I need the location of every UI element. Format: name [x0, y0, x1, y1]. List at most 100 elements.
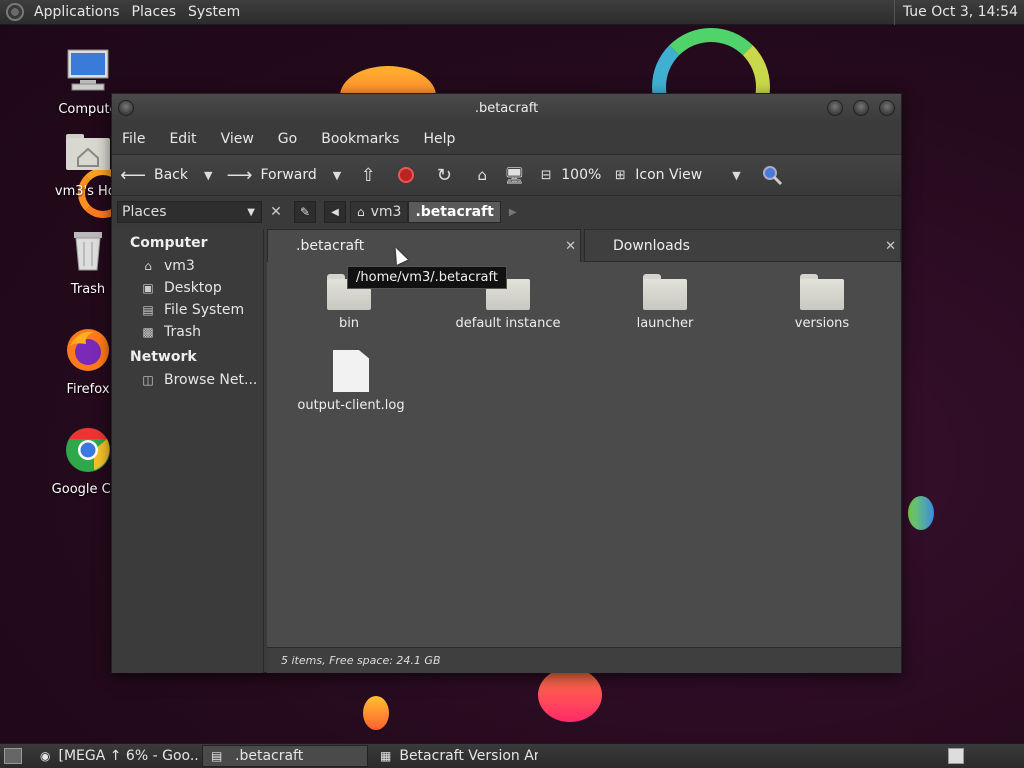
taskbar-label: .betacraft: [235, 748, 304, 764]
breadcrumb-betacraft[interactable]: .betacraft: [408, 201, 501, 223]
workspace-switcher[interactable]: [948, 748, 964, 764]
forward-arrow-icon: ⟶: [226, 164, 253, 186]
reload-button[interactable]: ↻: [433, 164, 455, 186]
home-icon: ⌂: [477, 166, 488, 184]
taskbar-label: Betacraft Version Ar...: [399, 748, 538, 764]
sidebar-item-trash[interactable]: ▩ Trash: [112, 321, 263, 343]
computer-icon: 🖥: [504, 165, 525, 185]
tab-betacraft[interactable]: .betacraft ✕: [267, 229, 581, 262]
menu-edit[interactable]: Edit: [169, 131, 196, 147]
zoom-out-button[interactable]: ⊟: [535, 164, 557, 186]
window-title: .betacraft: [474, 101, 539, 116]
up-button[interactable]: ⇧: [357, 164, 379, 186]
file-label: default instance: [455, 316, 561, 331]
close-tab-icon[interactable]: ✕: [565, 230, 576, 263]
tab-label: Downloads: [613, 238, 690, 254]
bottom-panel: ◉ [MEGA ↑ 6% - Goo... ▤ .betacraft ▦ Bet…: [0, 743, 1024, 768]
taskbar-item-chrome[interactable]: ◉ [MEGA ↑ 6% - Goo...: [32, 745, 198, 767]
sidebar-item-label: Desktop: [164, 280, 222, 296]
content-pane: .betacraft ✕ Downloads ✕ bin default ins…: [267, 229, 901, 673]
sidebar-header-network: Network: [130, 349, 197, 365]
menu-bookmarks[interactable]: Bookmarks: [321, 131, 399, 147]
sidebar-item-browse-network[interactable]: ◫ Browse Net...: [112, 369, 263, 391]
home-folder-icon: ⌂: [144, 259, 152, 273]
computer-button[interactable]: 🖥: [503, 164, 525, 186]
menu-system[interactable]: System: [184, 4, 248, 20]
file-item-launcher[interactable]: launcher: [600, 274, 730, 331]
clock[interactable]: Tue Oct 3, 14:54: [893, 0, 1024, 25]
network-icon: ◫: [142, 373, 154, 387]
sidebar-item-label: vm3: [164, 258, 195, 274]
search-button[interactable]: [761, 164, 783, 186]
file-manager-window: .betacraft File Edit View Go Bookmarks H…: [111, 93, 902, 673]
sidebar-type-select[interactable]: Places ▼: [117, 201, 262, 223]
maximize-button[interactable]: [853, 100, 869, 116]
toggle-location-entry-button[interactable]: ✎: [294, 201, 316, 223]
folder-icon: [800, 274, 844, 310]
taskbar-item-betacraft-version[interactable]: ▦ Betacraft Version Ar...: [372, 745, 538, 767]
menu-view[interactable]: View: [221, 131, 254, 147]
top-panel: Applications Places System Tue Oct 3, 14…: [0, 0, 1024, 25]
toolbar: ⟵ Back ▼ ⟶ Forward ▼ ⇧ ↻ ⌂ 🖥 ⊟ 100% ⊞ Ic…: [112, 154, 901, 196]
menu-applications[interactable]: Applications: [30, 4, 128, 20]
home-button[interactable]: ⌂: [471, 164, 493, 186]
window-menu-button[interactable]: [118, 100, 134, 116]
tab-label: .betacraft: [296, 238, 365, 254]
text-file-icon: [333, 350, 369, 392]
breadcrumb-right-arrow[interactable]: ▶: [509, 207, 517, 218]
taskbar-item-betacraft[interactable]: ▤ .betacraft: [202, 745, 368, 767]
location-bar: Places ▼ ✕ ✎ ◀ ⌂ vm3 .betacraft ▶: [112, 196, 901, 228]
sidebar-item-label: Trash: [164, 324, 201, 340]
zoom-in-icon: ⊞: [614, 167, 626, 183]
sidebar-item-file-system[interactable]: ▤ File System: [112, 299, 263, 321]
reload-icon: ↻: [436, 164, 452, 186]
forward-label: Forward: [260, 167, 317, 183]
sidebar-item-label: File System: [164, 302, 245, 318]
distro-logo-icon[interactable]: [6, 3, 24, 21]
show-desktop-button[interactable]: [4, 748, 22, 764]
sidebar-item-desktop[interactable]: ▣ Desktop: [112, 277, 263, 299]
forward-button[interactable]: ⟶ Forward ▼: [226, 164, 342, 186]
tab-downloads[interactable]: Downloads ✕: [584, 229, 901, 262]
chevron-down-icon: ▼: [247, 206, 255, 218]
places-sidebar: Computer ⌂ vm3 ▣ Desktop ▤ File System ▩…: [112, 229, 264, 673]
window-titlebar[interactable]: .betacraft: [112, 94, 901, 124]
firefox-icon: [67, 329, 109, 371]
taskbar-label: [MEGA ↑ 6% - Goo...: [58, 748, 198, 764]
breadcrumb-vm3[interactable]: ⌂ vm3: [350, 201, 409, 223]
back-button[interactable]: ⟵ Back ▼: [120, 164, 212, 186]
menubar: File Edit View Go Bookmarks Help: [112, 124, 901, 154]
search-icon: [761, 164, 783, 186]
file-item-output-client-log[interactable]: output-client.log: [286, 350, 416, 413]
decor-blob-pink: [538, 668, 602, 722]
breadcrumb-left-arrow[interactable]: ◀: [324, 201, 346, 223]
breadcrumb-label: .betacraft: [415, 204, 494, 220]
close-tab-icon[interactable]: ✕: [885, 230, 896, 263]
zoom-in-button[interactable]: ⊞: [609, 164, 631, 186]
minimize-button[interactable]: [827, 100, 843, 116]
file-item-versions[interactable]: versions: [757, 274, 887, 331]
sidebar-item-vm3[interactable]: ⌂ vm3: [112, 255, 263, 277]
folder-icon: [643, 274, 687, 310]
back-history-dropdown-icon[interactable]: ▼: [204, 169, 212, 182]
view-mode-dropdown-icon: ▼: [732, 168, 741, 182]
close-button[interactable]: [879, 100, 895, 116]
menu-go[interactable]: Go: [278, 131, 297, 147]
file-label: launcher: [636, 316, 694, 331]
forward-history-dropdown-icon[interactable]: ▼: [333, 169, 341, 182]
menu-places[interactable]: Places: [128, 4, 185, 20]
close-sidebar-icon[interactable]: ✕: [266, 204, 286, 220]
view-mode-select[interactable]: Icon View ▼: [635, 167, 740, 183]
application-icon: ▦: [380, 749, 392, 763]
desktop-folder-icon: ▣: [142, 281, 154, 295]
home-icon: ⌂: [357, 205, 365, 219]
view-mode-value: Icon View: [635, 167, 703, 183]
breadcrumb-label: vm3: [370, 204, 402, 220]
stop-button[interactable]: [395, 164, 417, 186]
menu-help[interactable]: Help: [423, 131, 455, 147]
menu-file[interactable]: File: [122, 131, 145, 147]
status-bar: 5 items, Free space: 24.1 GB: [267, 647, 901, 673]
tab-bar: .betacraft ✕ Downloads ✕: [267, 229, 901, 262]
chrome-icon: ◉: [40, 749, 51, 763]
file-label: output-client.log: [297, 398, 405, 413]
